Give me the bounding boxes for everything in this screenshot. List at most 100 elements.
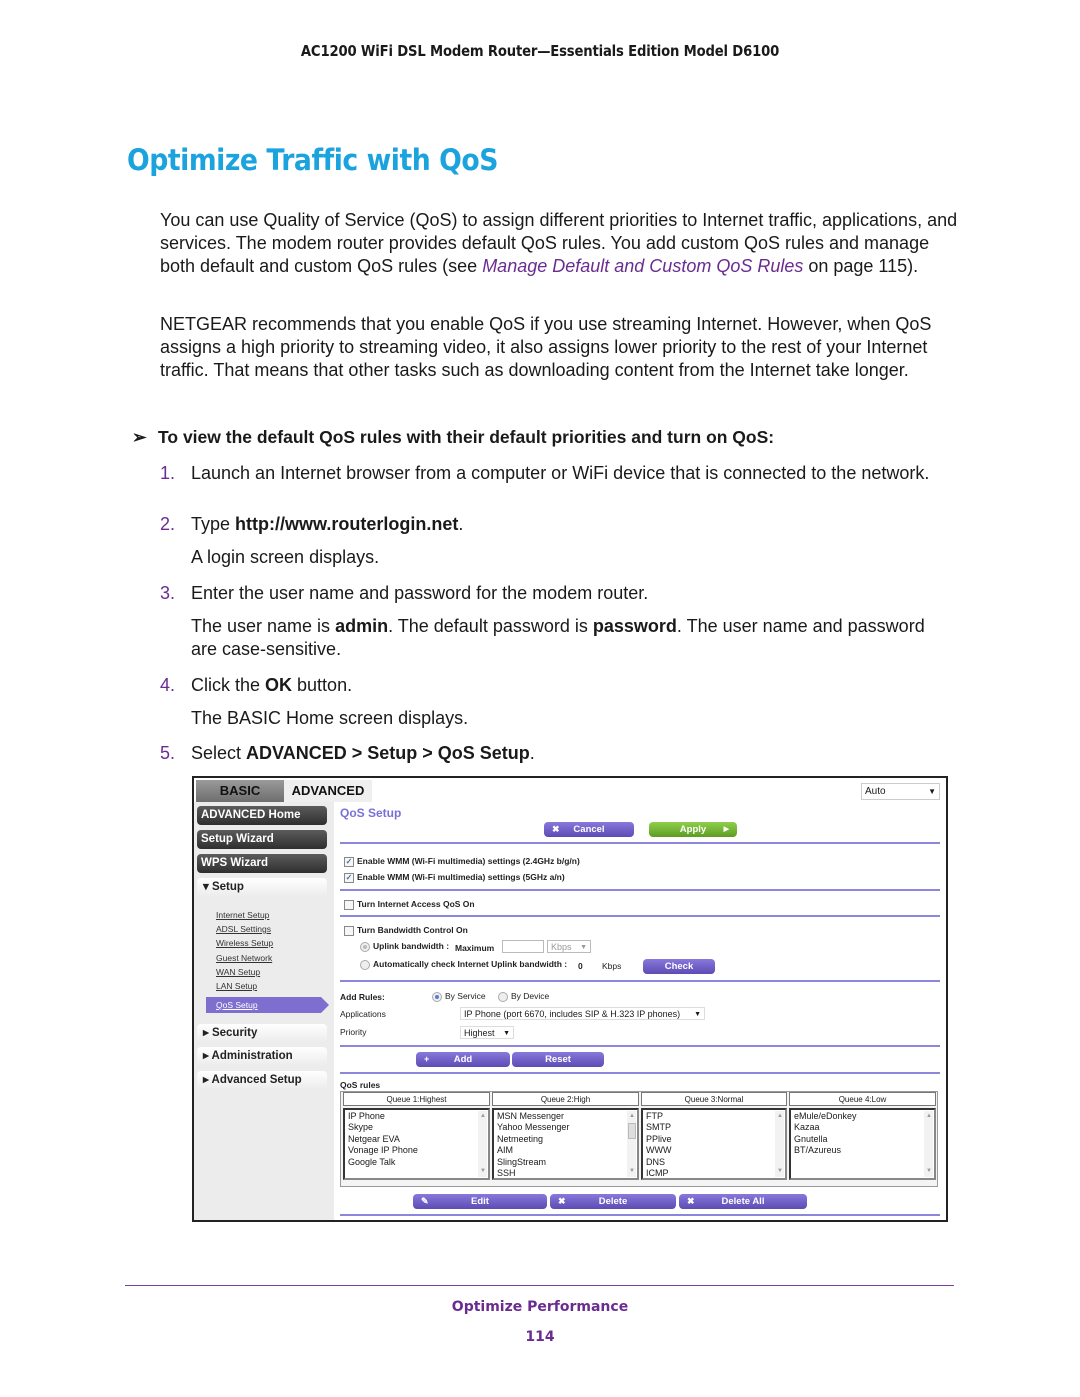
queue-item[interactable]: MSN Messenger	[497, 1111, 634, 1122]
qos-rules-table: Queue 1:Highest Queue 2:High Queue 3:Nor…	[340, 1091, 938, 1187]
plus-icon: +	[424, 1054, 430, 1064]
scroll-down-icon[interactable]: ▼	[777, 1166, 783, 1177]
maximum-label: Maximum	[455, 943, 495, 953]
sidebar-item-setup-wizard[interactable]: Setup Wizard	[197, 830, 327, 849]
queue-item[interactable]: PPlive	[646, 1134, 782, 1145]
sidebar-subitem-guest-network[interactable]: Guest Network	[216, 953, 272, 963]
wmm-24-checkbox[interactable]: ✓	[344, 856, 354, 867]
language-select[interactable]: Auto ▼	[861, 783, 940, 800]
queue-item[interactable]: IP Phone	[348, 1111, 485, 1122]
queue-item[interactable]: Skype	[348, 1122, 485, 1133]
queue-item[interactable]: SMTP	[646, 1122, 782, 1133]
divider	[340, 889, 940, 891]
sidebar-item-setup[interactable]: ▾ Setup	[197, 878, 327, 897]
auto-check-label: Automatically check Internet Uplink band…	[373, 959, 568, 969]
applications-label: Applications	[340, 1009, 386, 1019]
queue-item[interactable]: ICMP	[646, 1168, 782, 1179]
queue-item[interactable]: Yahoo Messenger	[497, 1122, 634, 1133]
step-text: Enter the user name and password for the…	[191, 583, 649, 603]
queue-item[interactable]: DNS	[646, 1157, 782, 1168]
queue-header: Queue 4:Low	[789, 1092, 936, 1106]
step-3: 3. Enter the user name and password for t…	[160, 582, 648, 604]
queue-2-list[interactable]: MSN Messenger Yahoo Messenger Netmeeting AI…	[492, 1108, 639, 1180]
sidebar-item-advanced-home[interactable]: ADVANCED Home	[197, 806, 327, 825]
unit-select[interactable]: Kbps ▼	[547, 940, 591, 953]
divider	[340, 915, 940, 917]
apply-button[interactable]: Apply ▶	[649, 822, 737, 837]
step-text: Launch an Internet browser from a comput…	[191, 463, 930, 483]
reset-button[interactable]: Reset	[512, 1052, 604, 1067]
by-device-radio[interactable]	[498, 991, 508, 1002]
scrollbar[interactable]: ▲ ▼	[775, 1111, 784, 1177]
scroll-down-icon[interactable]: ▼	[629, 1166, 635, 1177]
scroll-down-icon[interactable]: ▼	[926, 1166, 932, 1177]
queue-item[interactable]: Google Talk	[348, 1157, 485, 1168]
cancel-button[interactable]: ✖ Cancel	[544, 822, 634, 837]
scrollbar[interactable]: ▲ ▼	[478, 1111, 487, 1177]
close-icon: ✖	[552, 824, 560, 834]
scroll-thumb[interactable]	[628, 1123, 636, 1139]
queue-item[interactable]: Gnutella	[794, 1134, 931, 1145]
applications-select[interactable]: IP Phone (port 6670, includes SIP & H.32…	[460, 1007, 705, 1020]
queue-item[interactable]: BT/Azureus	[794, 1145, 931, 1156]
applications-value: IP Phone (port 6670, includes SIP & H.32…	[464, 1009, 681, 1019]
running-header: AC1200 WiFi DSL Modem Router—Essentials …	[300, 42, 780, 60]
queue-item[interactable]: Kazaa	[794, 1122, 931, 1133]
sidebar-item-administration[interactable]: ▸ Administration	[197, 1047, 327, 1066]
internet-qos-checkbox[interactable]	[344, 899, 354, 910]
scrollbar[interactable]: ▲ ▼	[627, 1111, 636, 1177]
queue-3-list[interactable]: FTP SMTP PPlive WWW DNS ICMP ▲ ▼	[641, 1108, 787, 1180]
scroll-up-icon[interactable]: ▲	[777, 1111, 783, 1122]
add-button[interactable]: + Add	[416, 1052, 510, 1067]
cross-reference-link[interactable]: Manage Default and Custom QoS Rules	[482, 256, 803, 276]
sidebar-subitem-wireless-setup[interactable]: Wireless Setup	[216, 938, 273, 948]
step-2-note: A login screen displays.	[191, 547, 380, 567]
wmm-5-row: ✓ Enable WMM (Wi-Fi multimedia) settings …	[344, 872, 565, 883]
scroll-up-icon[interactable]: ▲	[629, 1111, 635, 1122]
queue-item[interactable]: FTP	[646, 1111, 782, 1122]
queue-1-list[interactable]: IP Phone Skype Netgear EVA Vonage IP Phone G…	[343, 1108, 490, 1180]
bandwidth-control-checkbox[interactable]	[344, 925, 354, 936]
edit-button[interactable]: ✎ Edit	[413, 1194, 547, 1209]
tab-basic[interactable]: BASIC	[196, 780, 284, 802]
auto-check-radio[interactable]	[360, 959, 370, 970]
queue-item[interactable]: eMule/eDonkey	[794, 1111, 931, 1122]
by-service-radio[interactable]	[432, 991, 442, 1002]
sidebar-item-wps-wizard[interactable]: WPS Wizard	[197, 854, 327, 873]
wmm-5-checkbox[interactable]: ✓	[344, 872, 354, 883]
chevron-down-icon: ▼	[503, 1030, 510, 1037]
sidebar-subitem-wan-setup[interactable]: WAN Setup	[216, 967, 260, 977]
uplink-radio[interactable]	[360, 941, 370, 952]
add-label: Add	[453, 1054, 473, 1065]
sidebar-item-security[interactable]: ▸ Security	[197, 1024, 327, 1043]
queue-item[interactable]: WWW	[646, 1145, 782, 1156]
check-button[interactable]: Check	[643, 959, 715, 974]
step-4: 4. Click the OK button.	[160, 674, 352, 696]
queue-item[interactable]: SSH	[497, 1168, 634, 1179]
queue-4-list[interactable]: eMule/eDonkey Kazaa Gnutella BT/Azureus ▲ ▼	[789, 1108, 936, 1180]
apply-label: Apply	[679, 824, 707, 835]
queue-item[interactable]: Netmeeting	[497, 1134, 634, 1145]
queue-item[interactable]: Vonage IP Phone	[348, 1145, 485, 1156]
queue-item[interactable]: SlingStream	[497, 1157, 634, 1168]
tab-advanced[interactable]: ADVANCED	[284, 780, 372, 802]
delete-all-button[interactable]: ✖ Delete All	[679, 1194, 807, 1209]
queue-item[interactable]: AIM	[497, 1145, 634, 1156]
username-value: admin	[335, 616, 389, 636]
queue-item[interactable]: Netgear EVA	[348, 1134, 485, 1145]
scroll-down-icon[interactable]: ▼	[480, 1166, 486, 1177]
sidebar-item-advanced-setup[interactable]: ▸ Advanced Setup	[197, 1071, 327, 1090]
sidebar-subitem-internet-setup[interactable]: Internet Setup	[216, 910, 269, 920]
delete-button[interactable]: ✖ Delete	[550, 1194, 676, 1209]
chevron-down-icon: ▼	[694, 1011, 701, 1018]
priority-label: Priority	[340, 1027, 367, 1037]
scroll-up-icon[interactable]: ▲	[926, 1111, 932, 1122]
sidebar-subitem-adsl-settings[interactable]: ADSL Settings	[216, 924, 271, 934]
qos-main-panel: QoS Setup ✖ Cancel Apply ▶ ✓ Enable WMM (Wi…	[340, 802, 944, 1220]
scrollbar[interactable]: ▲ ▼	[924, 1111, 933, 1177]
sidebar-subitem-lan-setup[interactable]: LAN Setup	[216, 981, 257, 991]
sidebar-subitem-qos-setup[interactable]: QoS Setup	[206, 997, 329, 1013]
priority-select[interactable]: Highest ▼	[460, 1026, 514, 1039]
scroll-up-icon[interactable]: ▲	[480, 1111, 486, 1122]
maximum-input[interactable]	[502, 940, 544, 953]
